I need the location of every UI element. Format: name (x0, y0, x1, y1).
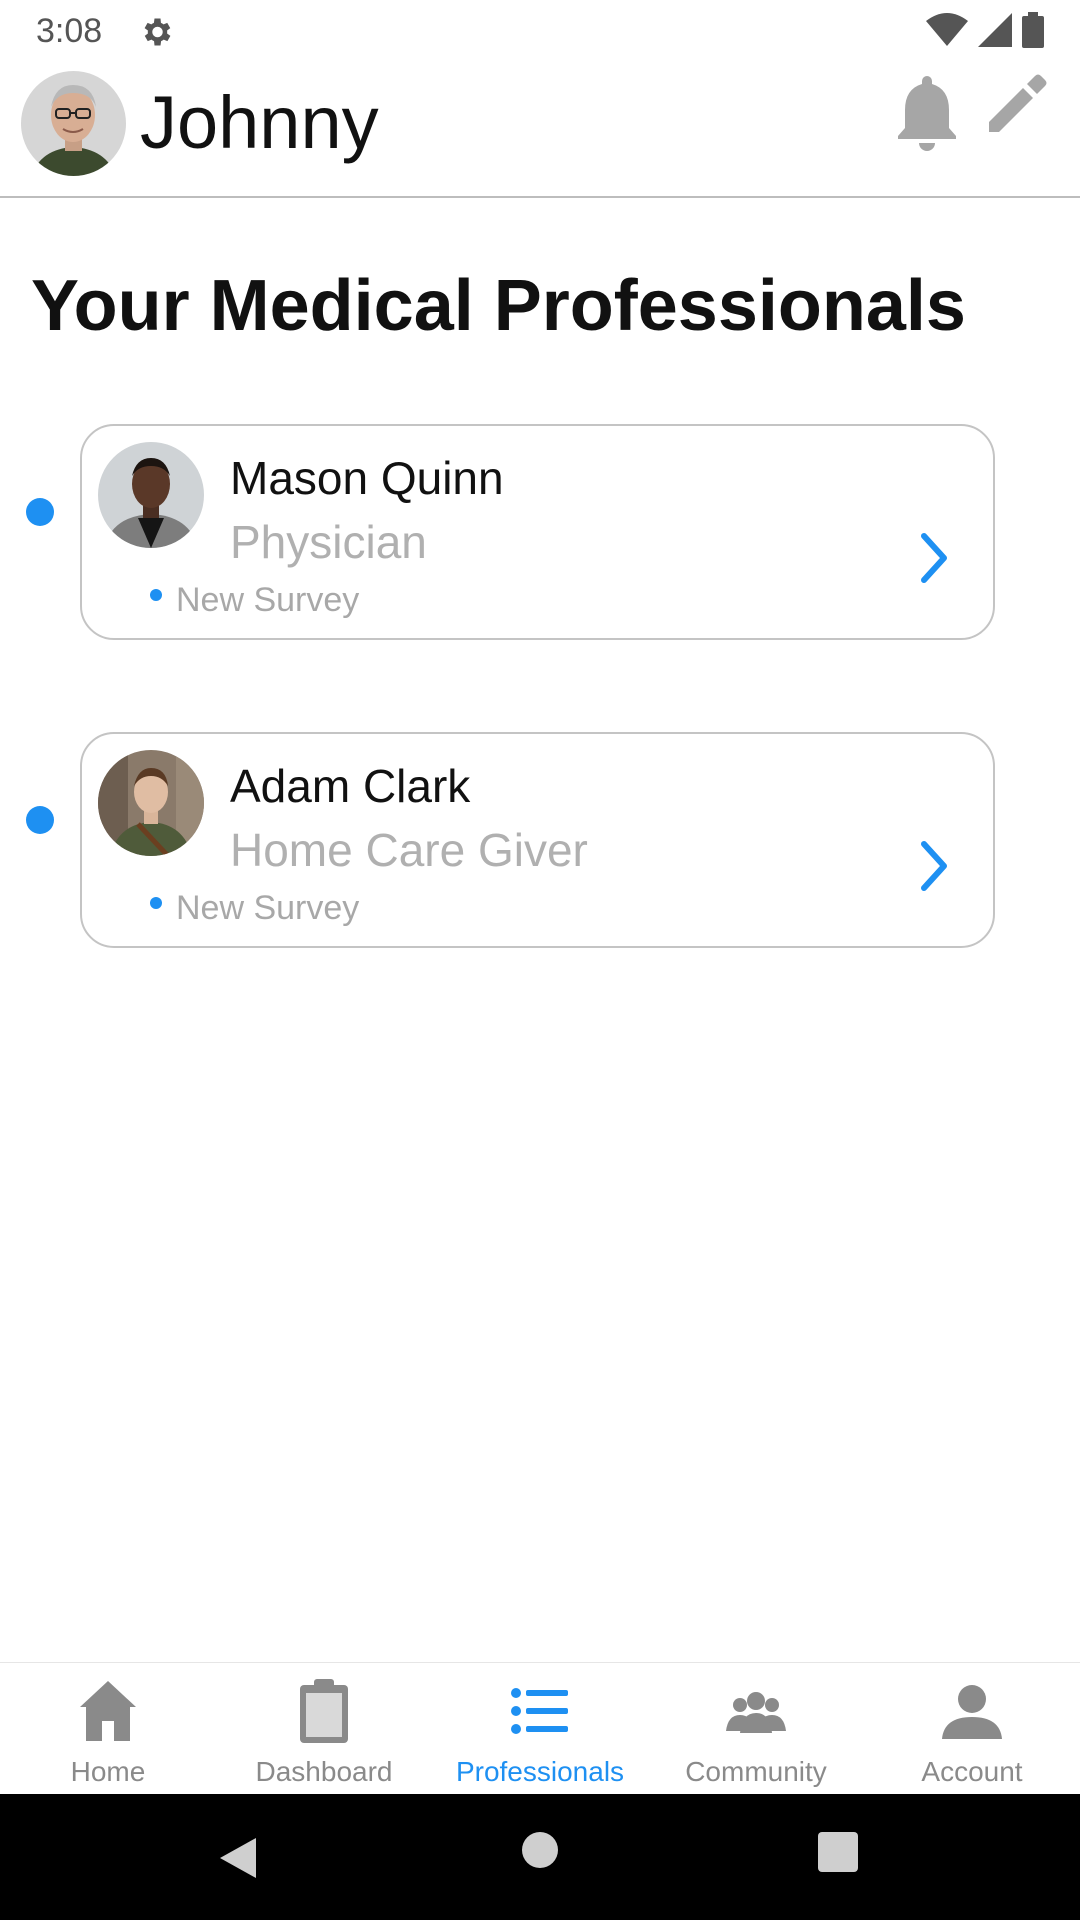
survey-dot (150, 589, 162, 601)
professional-role: Physician (230, 516, 427, 568)
home-circle-icon[interactable] (522, 1832, 558, 1868)
nav-community[interactable]: Community (648, 1663, 864, 1795)
nav-professionals[interactable]: Professionals (432, 1663, 648, 1795)
person-icon (942, 1685, 1002, 1739)
wifi-icon (926, 13, 968, 46)
new-survey-badge: New Survey (150, 886, 359, 930)
professional-role: Home Care Giver (230, 824, 588, 876)
nav-label: Professionals (455, 1756, 625, 1787)
user-name: Johnny (140, 81, 379, 164)
unread-indicator (26, 498, 54, 526)
app-header: Johnny (0, 64, 1080, 198)
bottom-navigation: Home Dashboard Professionals Community A… (0, 1662, 1080, 1794)
gear-icon (144, 18, 171, 46)
professional-name: Adam Clark (230, 760, 471, 812)
clipboard-icon (300, 1679, 348, 1743)
home-icon (80, 1681, 136, 1741)
recents-icon[interactable] (818, 1832, 858, 1872)
professional-row: Mason Quinn Physician New Survey (0, 424, 1080, 640)
nav-dashboard[interactable]: Dashboard (216, 1663, 432, 1795)
nav-account[interactable]: Account (864, 1663, 1080, 1795)
professional-avatar (98, 750, 204, 856)
list-icon (511, 1688, 568, 1734)
user-avatar[interactable] (21, 71, 126, 176)
battery-icon (1022, 12, 1044, 48)
new-survey-badge: New Survey (150, 578, 359, 622)
nav-label: Home (70, 1756, 146, 1787)
chevron-right-icon[interactable] (914, 530, 954, 586)
status-bar: 3:08 (0, 0, 1080, 64)
bell-icon[interactable] (895, 72, 959, 152)
signal-icon (978, 13, 1012, 47)
nav-label: Community (685, 1756, 827, 1787)
status-time: 3:08 (36, 12, 103, 50)
page-title: Your Medical Professionals (31, 266, 966, 346)
survey-label: New Survey (176, 889, 360, 927)
system-navigation-bar (0, 1794, 1080, 1920)
professional-avatar (98, 442, 204, 548)
nav-home[interactable]: Home (0, 1663, 216, 1795)
professional-row: Adam Clark Home Care Giver New Survey (0, 732, 1080, 948)
survey-label: New Survey (176, 581, 360, 619)
professional-name: Mason Quinn (230, 452, 504, 504)
chevron-right-icon[interactable] (914, 838, 954, 894)
pencil-icon[interactable] (985, 72, 1049, 136)
unread-indicator (26, 806, 54, 834)
professional-card[interactable]: Mason Quinn Physician New Survey (80, 424, 995, 640)
group-icon (726, 1692, 786, 1733)
nav-label: Dashboard (255, 1756, 393, 1787)
nav-label: Account (921, 1756, 1023, 1787)
survey-dot (150, 897, 162, 909)
professional-card[interactable]: Adam Clark Home Care Giver New Survey (80, 732, 995, 948)
back-icon[interactable] (218, 1836, 258, 1880)
